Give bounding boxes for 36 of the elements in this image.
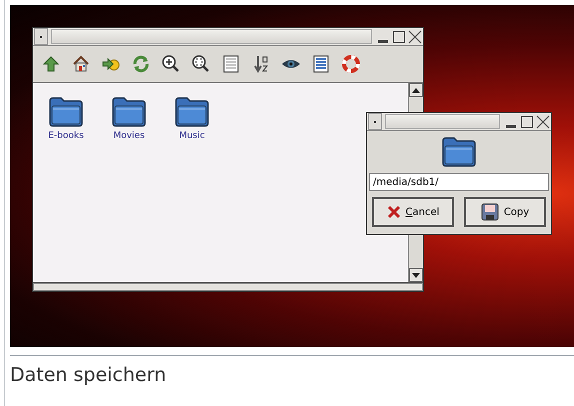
home-icon [71, 54, 91, 74]
path-field[interactable]: /media/sdb1/ [369, 173, 549, 191]
scroll-down-button[interactable] [409, 268, 423, 282]
maximize-icon [392, 30, 406, 44]
folder-icon [174, 95, 210, 127]
zoom-fit-icon [191, 54, 211, 74]
details-view-icon [311, 54, 331, 74]
caret-down-icon [412, 272, 420, 278]
folder-icon [111, 95, 147, 127]
folder-label[interactable]: Movies [113, 131, 145, 141]
minimize-icon [506, 124, 516, 128]
caret-up-icon [412, 88, 420, 92]
copy-button[interactable]: Copy [464, 197, 546, 227]
folder-label[interactable]: Music [179, 131, 205, 141]
maximize-button[interactable] [519, 113, 534, 130]
lifebuoy-icon [341, 54, 361, 74]
cross-icon [386, 205, 401, 219]
horizontal-scrollbar[interactable] [33, 282, 423, 291]
folder-icon [48, 95, 84, 127]
folder-label[interactable]: E-books [48, 131, 84, 141]
up-arrow-icon [41, 54, 61, 74]
lifebuoy-button[interactable] [339, 52, 363, 76]
minimize-icon [378, 40, 388, 42]
list-view-icon [221, 54, 241, 74]
close-button[interactable] [407, 28, 422, 45]
cancel-button[interactable]: Cancel [372, 197, 454, 227]
folder-icon [441, 135, 477, 167]
maximize-button[interactable] [391, 28, 406, 45]
scroll-up-button[interactable] [409, 83, 423, 97]
image-caption: Daten speichern [10, 363, 166, 386]
maximize-icon [520, 114, 534, 128]
close-button[interactable] [535, 113, 550, 130]
zoom-in-icon [161, 54, 181, 74]
close-icon [408, 30, 422, 44]
close-icon [536, 114, 550, 128]
refresh-icon [131, 54, 151, 74]
